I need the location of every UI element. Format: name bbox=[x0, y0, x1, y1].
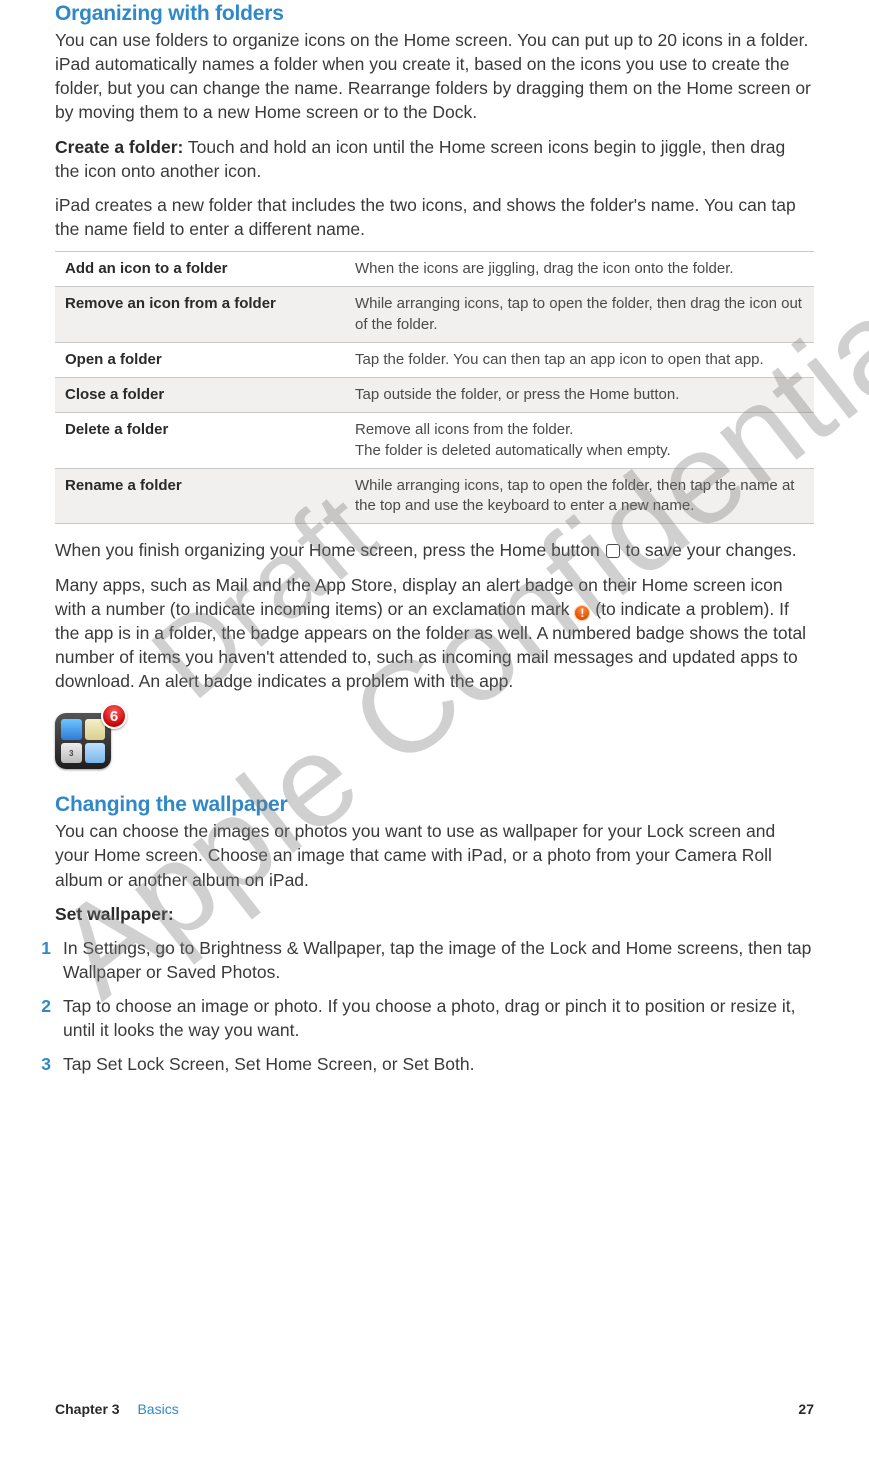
home-button-icon bbox=[606, 544, 620, 558]
table-action: Open a folder bbox=[55, 342, 345, 377]
table-action: Delete a folder bbox=[55, 413, 345, 469]
table-row: Add an icon to a folderWhen the icons ar… bbox=[55, 252, 814, 287]
lead-create-folder: Create a folder: bbox=[55, 137, 183, 157]
exclamation-badge-icon: ! bbox=[574, 605, 590, 621]
badge-count: 6 bbox=[101, 703, 127, 729]
table-desc: While arranging icons, tap to open the f… bbox=[345, 287, 814, 343]
folder-badge-illustration: 6 bbox=[55, 703, 123, 771]
footer-left: Chapter 3 Basics bbox=[55, 1401, 179, 1417]
steps-set-wallpaper: 1In Settings, go to Brightness & Wallpap… bbox=[55, 936, 814, 1077]
para-folders-intro: You can use folders to organize icons on… bbox=[55, 28, 814, 125]
table-desc: Tap the folder. You can then tap an app … bbox=[345, 342, 814, 377]
table-action: Close a folder bbox=[55, 378, 345, 413]
text-finish-b: to save your changes. bbox=[621, 540, 797, 560]
table-desc: Tap outside the folder, or press the Hom… bbox=[345, 378, 814, 413]
table-row: Remove an icon from a folderWhile arrang… bbox=[55, 287, 814, 343]
step-number: 3 bbox=[37, 1052, 51, 1076]
step-number: 1 bbox=[37, 936, 51, 984]
mini-app-icon bbox=[61, 719, 82, 740]
table-desc: While arranging icons, tap to open the f… bbox=[345, 468, 814, 524]
mini-app-icon bbox=[61, 743, 82, 764]
list-item: 3 Tap Set Lock Screen, Set Home Screen, o… bbox=[37, 1052, 814, 1076]
list-item: 2Tap to choose an image or photo. If you… bbox=[37, 994, 814, 1042]
page-footer: Chapter 3 Basics 27 bbox=[55, 1401, 814, 1417]
table-action: Rename a folder bbox=[55, 468, 345, 524]
para-finish-organizing: When you finish organizing your Home scr… bbox=[55, 538, 814, 562]
chapter-label: Chapter 3 bbox=[55, 1401, 120, 1417]
table-desc: Remove all icons from the folder. The fo… bbox=[345, 413, 814, 469]
lead-set-wallpaper: Set wallpaper: bbox=[55, 902, 814, 926]
chapter-name: Basics bbox=[137, 1401, 178, 1417]
table-action: Remove an icon from a folder bbox=[55, 287, 345, 343]
table-row: Open a folderTap the folder. You can the… bbox=[55, 342, 814, 377]
heading-changing-wallpaper: Changing the wallpaper bbox=[55, 793, 814, 817]
para-alert-badge: Many apps, such as Mail and the App Stor… bbox=[55, 573, 814, 694]
table-action: Add an icon to a folder bbox=[55, 252, 345, 287]
list-item: 1In Settings, go to Brightness & Wallpap… bbox=[37, 936, 814, 984]
step-text: In Settings, go to Brightness & Wallpape… bbox=[63, 936, 814, 984]
heading-organizing-folders: Organizing with folders bbox=[55, 2, 814, 26]
page-number: 27 bbox=[798, 1401, 814, 1417]
table-row: Rename a folderWhile arranging icons, ta… bbox=[55, 468, 814, 524]
page-content: Draft Apple Confidential Organizing with… bbox=[0, 2, 869, 1077]
para-wallpaper-intro: You can choose the images or photos you … bbox=[55, 819, 814, 891]
step-text: Tap Set Lock Screen, Set Home Screen, or… bbox=[63, 1052, 474, 1076]
table-row: Delete a folderRemove all icons from the… bbox=[55, 413, 814, 469]
step-text: Tap to choose an image or photo. If you … bbox=[63, 994, 814, 1042]
para-create-folder: Create a folder: Touch and hold an icon … bbox=[55, 135, 814, 183]
step-number: 2 bbox=[37, 994, 51, 1042]
text-finish-a: When you finish organizing your Home scr… bbox=[55, 540, 605, 560]
para-folder-name-hint: iPad creates a new folder that includes … bbox=[55, 193, 814, 241]
table-desc: When the icons are jiggling, drag the ic… bbox=[345, 252, 814, 287]
mini-app-icon bbox=[85, 743, 106, 764]
folder-actions-table: Add an icon to a folderWhen the icons ar… bbox=[55, 251, 814, 524]
table-row: Close a folderTap outside the folder, or… bbox=[55, 378, 814, 413]
